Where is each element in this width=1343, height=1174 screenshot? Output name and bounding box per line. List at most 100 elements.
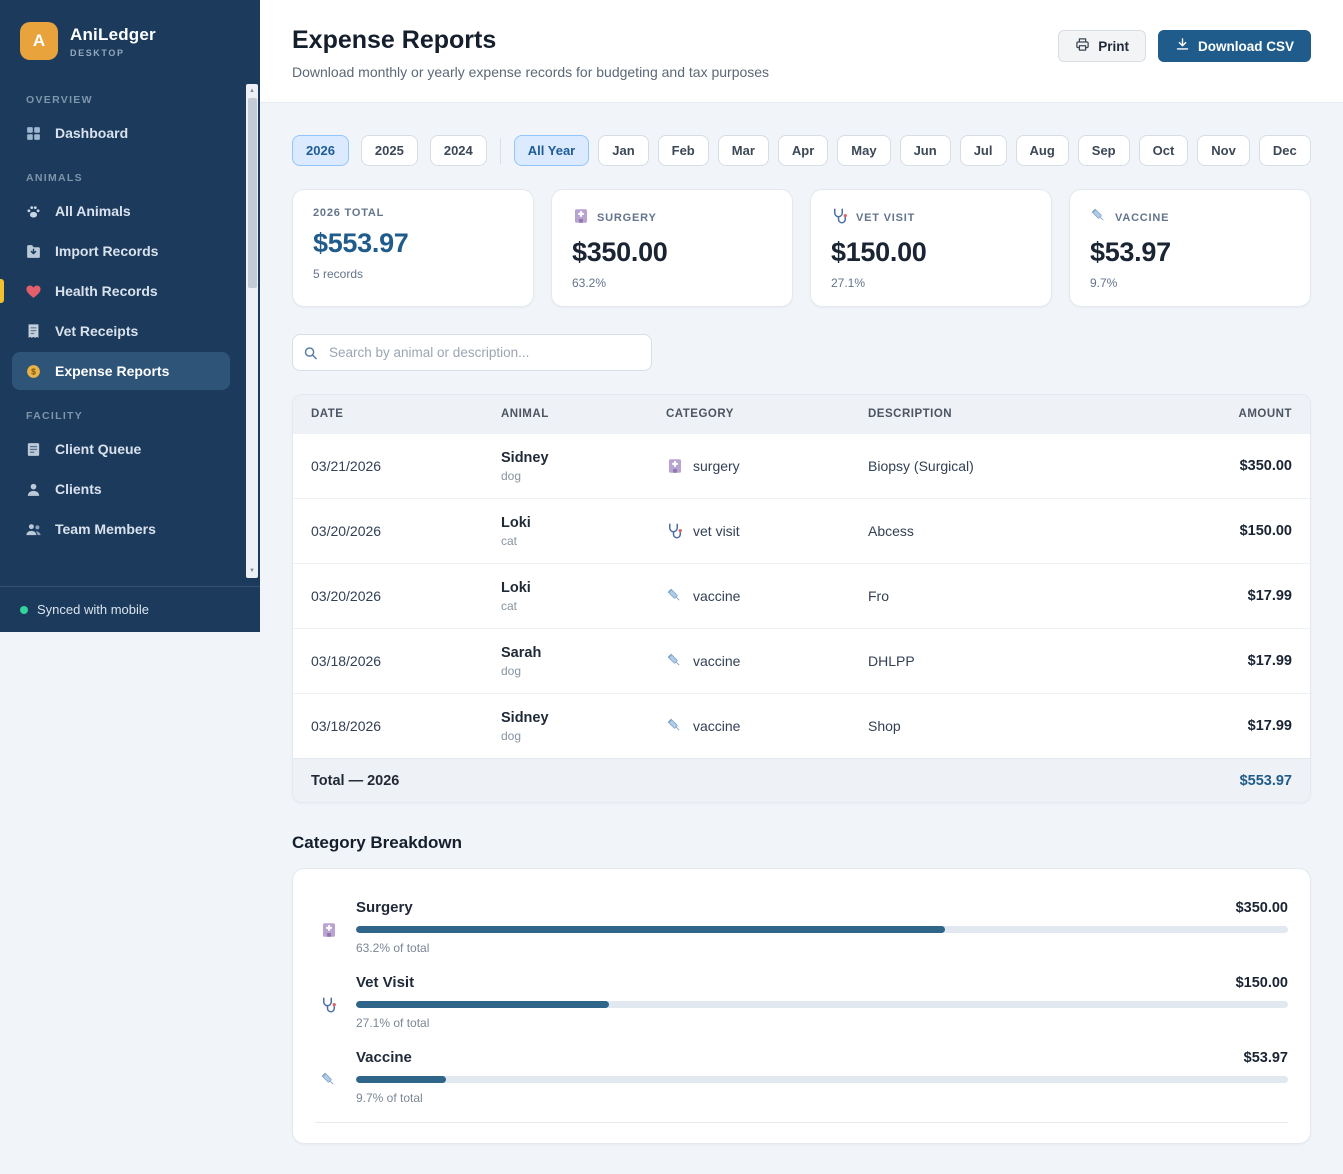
summary-card-sub: 5 records <box>313 267 364 281</box>
cell-date: 03/20/2026 <box>311 588 382 604</box>
month-pill-nov[interactable]: Nov <box>1197 135 1250 166</box>
header-actions: Print Download CSV <box>1058 30 1311 62</box>
year-pill-2024[interactable]: 2024 <box>429 135 487 166</box>
month-pill-aug[interactable]: Aug <box>1015 135 1069 166</box>
app-brand: A AniLedger DESKTOP <box>0 0 260 74</box>
sidebar-item-health-records[interactable]: Health Records <box>0 272 230 310</box>
app-name: AniLedger <box>70 24 156 44</box>
breakdown-item-content: Surgery $350.00 63.2% of total <box>356 899 1288 955</box>
summary-card-surgery: SURGERY $350.00 63.2% <box>551 189 793 307</box>
vet-visit-icon <box>666 522 684 540</box>
month-pill-dec[interactable]: Dec <box>1258 135 1311 166</box>
scrollbar-down-arrow[interactable]: ▼ <box>246 565 258 577</box>
download-csv-button-label: Download CSV <box>1197 38 1294 54</box>
receipt-icon <box>24 322 42 340</box>
summary-card-sub: 63.2% <box>572 276 607 290</box>
cell-category: vaccine <box>666 717 868 735</box>
month-pill-jul[interactable]: Jul <box>959 135 1007 166</box>
table-row: 03/21/2026 Sidney dog surgery Biopsy (Surgic… <box>293 433 1310 498</box>
summary-card-label: SURGERY <box>572 207 772 228</box>
sidebar-nav: OVERVIEW Dashboard ANIMALS All Animals Impor… <box>0 94 260 558</box>
month-pill-jun[interactable]: Jun <box>899 135 951 166</box>
expenses-table: DATE ANIMAL CATEGORY DESCRIPTION AMOUNT 03/2… <box>292 394 1311 803</box>
category-label: vaccine <box>693 718 741 734</box>
sync-status-dot <box>20 605 28 614</box>
sidebar-item-label: Dashboard <box>55 125 129 141</box>
sidebar-item-label: Import Records <box>55 243 159 259</box>
search-input[interactable] <box>292 334 652 371</box>
cell-date: 03/21/2026 <box>311 458 382 474</box>
breakdown-item-content: Vet Visit $150.00 27.1% of total <box>356 974 1288 1030</box>
summary-cards: 2026 TOTAL $553.97 5 records SURGERY $350.00… <box>292 189 1311 307</box>
sidebar-item-client-queue[interactable]: Client Queue <box>12 430 230 468</box>
month-pill-sep[interactable]: Sep <box>1077 135 1130 166</box>
sidebar-column: A AniLedger DESKTOP OVERVIEW Dashboard ANI… <box>0 0 260 1174</box>
page-header-text: Expense Reports Download monthly or year… <box>292 26 769 80</box>
page-title: Expense Reports <box>292 26 497 54</box>
page-subtitle: Download monthly or yearly expense recor… <box>292 64 770 80</box>
print-icon <box>1075 37 1090 55</box>
sidebar: A AniLedger DESKTOP OVERVIEW Dashboard ANI… <box>0 0 260 632</box>
category-label: vaccine <box>693 588 741 604</box>
sidebar-item-clients[interactable]: Clients <box>12 470 230 508</box>
sidebar-section-label-overview: OVERVIEW <box>26 94 93 106</box>
table-row: 03/20/2026 Loki cat vaccine Fro $17.99 <box>293 563 1310 628</box>
search-icon <box>303 345 318 360</box>
column-header-animal: ANIMAL <box>501 408 549 420</box>
breakdown-bar <box>356 926 1288 933</box>
breakdown-item-top: Surgery $350.00 <box>356 899 1288 916</box>
breakdown-percent: 63.2% of total <box>356 941 430 955</box>
sidebar-item-dashboard[interactable]: Dashboard <box>12 114 230 152</box>
year-pill-2025[interactable]: 2025 <box>360 135 418 166</box>
month-filters: All Year Jan Feb Mar Apr May Jun Jul Aug Sep Oct No… <box>513 135 1311 166</box>
vaccine-icon <box>666 652 684 670</box>
breakdown-name: Vet Visit <box>356 974 415 991</box>
month-pill-all-year[interactable]: All Year <box>513 135 590 166</box>
cell-category: vet visit <box>666 522 868 540</box>
breakdown-item-vet-visit: Vet Visit $150.00 27.1% of total <box>315 968 1288 1043</box>
summary-card-value: $350.00 <box>572 237 668 267</box>
animal-name: Sidney <box>501 709 549 726</box>
sidebar-item-all-animals[interactable]: All Animals <box>12 192 230 230</box>
sync-status-text: Synced with mobile <box>37 602 149 617</box>
filter-bar: 2026 2025 2024 All Year Jan Feb Mar Apr May Jun Ju… <box>292 135 1311 166</box>
sidebar-item-team-members[interactable]: Team Members <box>12 510 230 548</box>
breakdown-divider <box>315 1122 1288 1123</box>
cell-amount: $17.99 <box>1247 588 1292 604</box>
sidebar-item-vet-receipts[interactable]: Vet Receipts <box>12 312 230 350</box>
vet-visit-icon <box>315 980 343 1030</box>
scrollbar-up-arrow[interactable]: ▲ <box>246 85 258 97</box>
month-pill-oct[interactable]: Oct <box>1138 135 1189 166</box>
breakdown-percent: 27.1% of total <box>356 1016 430 1030</box>
print-button[interactable]: Print <box>1058 30 1146 62</box>
cell-animal: Sidney dog <box>501 450 666 483</box>
sidebar-nav-area: OVERVIEW Dashboard ANIMALS All Animals Impor… <box>0 74 260 586</box>
month-pill-feb[interactable]: Feb <box>657 135 709 166</box>
breakdown-item-top: Vaccine $53.97 <box>356 1049 1288 1066</box>
dashboard-icon <box>24 124 42 142</box>
month-pill-apr[interactable]: Apr <box>777 135 829 166</box>
month-pill-may[interactable]: May <box>837 135 891 166</box>
animal-name: Sidney <box>501 449 549 466</box>
month-pill-mar[interactable]: Mar <box>717 135 769 166</box>
surgery-icon <box>315 905 343 955</box>
sidebar-scrollbar[interactable]: ▲ ▼ <box>246 84 258 578</box>
people-icon <box>24 520 42 538</box>
sidebar-item-expense-reports[interactable]: $ Expense Reports <box>12 352 230 390</box>
year-pill-2026[interactable]: 2026 <box>292 135 349 166</box>
month-pill-jan[interactable]: Jan <box>598 135 649 166</box>
table-header-row: DATE ANIMAL CATEGORY DESCRIPTION AMOUNT <box>293 395 1310 433</box>
cell-date: 03/18/2026 <box>311 718 382 734</box>
main-area: Expense Reports Download monthly or year… <box>260 0 1343 1174</box>
vaccine-icon <box>1090 207 1108 228</box>
download-csv-button[interactable]: Download CSV <box>1157 30 1311 62</box>
table-footer-row: Total — 2026 $553.97 <box>293 758 1310 802</box>
animal-species: dog <box>501 663 522 678</box>
person-icon <box>24 480 42 498</box>
vaccine-icon <box>315 1055 343 1105</box>
summary-card-label-text: SURGERY <box>597 211 657 224</box>
sidebar-item-import-records[interactable]: Import Records <box>12 232 230 270</box>
scrollbar-thumb[interactable] <box>247 98 257 288</box>
page-content: 2026 2025 2024 All Year Jan Feb Mar Apr May Jun Ju… <box>260 103 1343 1164</box>
summary-card-value: $53.97 <box>1090 237 1171 267</box>
